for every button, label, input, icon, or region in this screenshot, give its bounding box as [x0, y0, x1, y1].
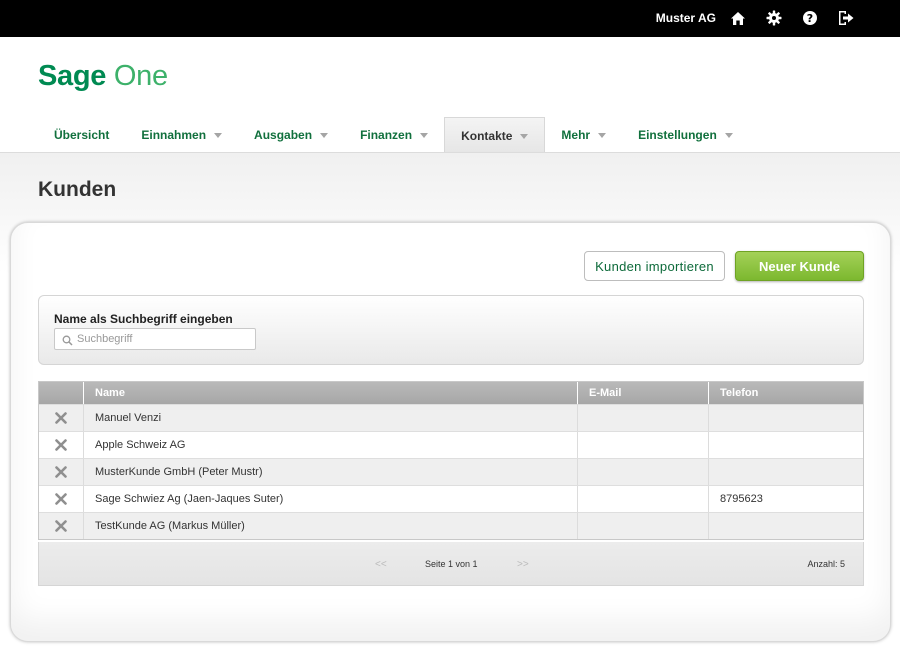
cell-email [578, 513, 709, 539]
sage-one-logo[interactable]: Sage One [38, 60, 168, 93]
import-customers-button[interactable]: Kunden importieren [584, 251, 725, 281]
cell-name[interactable]: TestKunde AG (Markus Müller) [84, 513, 578, 539]
caret-down-icon [724, 133, 733, 138]
nav-label: Ausgaben [254, 128, 313, 142]
nav-einstellungen[interactable]: Einstellungen [622, 117, 749, 153]
nav-finanzen[interactable]: Finanzen [344, 117, 444, 153]
cell-name[interactable]: Apple Schweiz AG [84, 432, 578, 458]
nav-label: Übersicht [54, 128, 110, 142]
cell-name[interactable]: MusterKunde GmbH (Peter Mustr) [84, 459, 578, 485]
table-row[interactable]: Manuel Venzi [39, 404, 863, 431]
cell-phone [709, 432, 863, 458]
company-name[interactable]: Muster AG [656, 11, 716, 25]
top-bar: Muster AG ? [0, 0, 900, 37]
nav-uebersicht[interactable]: Übersicht [38, 117, 125, 153]
delete-icon[interactable] [55, 493, 67, 505]
cell-phone: 8795623 [720, 493, 763, 505]
cell-phone [709, 513, 863, 539]
caret-down-icon [598, 133, 607, 138]
table-body: Manuel Venzi Apple Schweiz AG MusterKund… [39, 404, 863, 539]
logo-sage: Sage [38, 60, 107, 92]
column-header-email[interactable]: E-Mail [578, 382, 709, 404]
customers-table: Name E-Mail Telefon Manuel Venzi Apple S… [38, 381, 864, 540]
record-count: Anzahl: 5 [807, 559, 845, 569]
logout-icon[interactable] [837, 9, 855, 27]
page-title: Kunden [38, 178, 117, 201]
delete-icon[interactable] [55, 466, 67, 478]
page-indicator: Seite 1 von 1 [425, 559, 478, 569]
cell-name[interactable]: Manuel Venzi [84, 405, 578, 431]
column-header-actions [39, 382, 84, 404]
nav-ausgaben[interactable]: Ausgaben [238, 117, 344, 153]
nav-mehr[interactable]: Mehr [545, 117, 622, 153]
nav-einnahmen[interactable]: Einnahmen [125, 117, 238, 153]
caret-down-icon [214, 133, 223, 138]
column-header-phone[interactable]: Telefon [709, 382, 863, 404]
next-page-button[interactable]: >> [517, 559, 529, 570]
new-customer-button[interactable]: Neuer Kunde [735, 251, 864, 281]
main-nav: Übersicht Einnahmen Ausgaben Finanzen Ko… [38, 117, 749, 153]
pagination-bar: << Seite 1 von 1 >> Anzahl: 5 [38, 542, 864, 586]
caret-down-icon [520, 133, 529, 139]
help-icon[interactable]: ? [801, 9, 819, 27]
caret-down-icon [320, 133, 329, 138]
search-input[interactable] [77, 331, 252, 347]
nav-label: Finanzen [360, 128, 413, 142]
search-icon [62, 333, 73, 351]
nav-label: Mehr [561, 128, 591, 142]
cell-name[interactable]: Sage Schwiez Ag (Jaen-Jaques Suter) [84, 486, 578, 512]
cell-email [578, 486, 709, 512]
delete-icon[interactable] [55, 520, 67, 532]
column-header-name[interactable]: Name [84, 382, 578, 404]
cell-phone [709, 459, 863, 485]
cell-email [578, 405, 709, 431]
prev-page-button[interactable]: << [375, 559, 387, 570]
cell-email [578, 432, 709, 458]
caret-down-icon [420, 133, 429, 138]
svg-text:?: ? [807, 12, 813, 25]
nav-label: Kontakte [461, 128, 513, 143]
search-field[interactable] [54, 328, 256, 350]
cell-phone [709, 405, 863, 431]
delete-icon[interactable] [55, 412, 67, 424]
logo-one: One [113, 60, 168, 92]
home-icon[interactable] [729, 9, 747, 27]
table-row[interactable]: Sage Schwiez Ag (Jaen-Jaques Suter) 8795… [39, 485, 863, 512]
table-header: Name E-Mail Telefon [39, 382, 863, 404]
table-row[interactable]: TestKunde AG (Markus Müller) [39, 512, 863, 539]
nav-kontakte[interactable]: Kontakte [444, 117, 546, 153]
delete-icon[interactable] [55, 439, 67, 451]
cell-email [578, 459, 709, 485]
gear-icon[interactable] [765, 9, 783, 27]
table-row[interactable]: Apple Schweiz AG [39, 431, 863, 458]
search-label: Name als Suchbegriff eingeben [54, 312, 233, 326]
nav-label: Einnahmen [141, 128, 207, 142]
table-row[interactable]: MusterKunde GmbH (Peter Mustr) [39, 458, 863, 485]
nav-label: Einstellungen [638, 128, 717, 142]
